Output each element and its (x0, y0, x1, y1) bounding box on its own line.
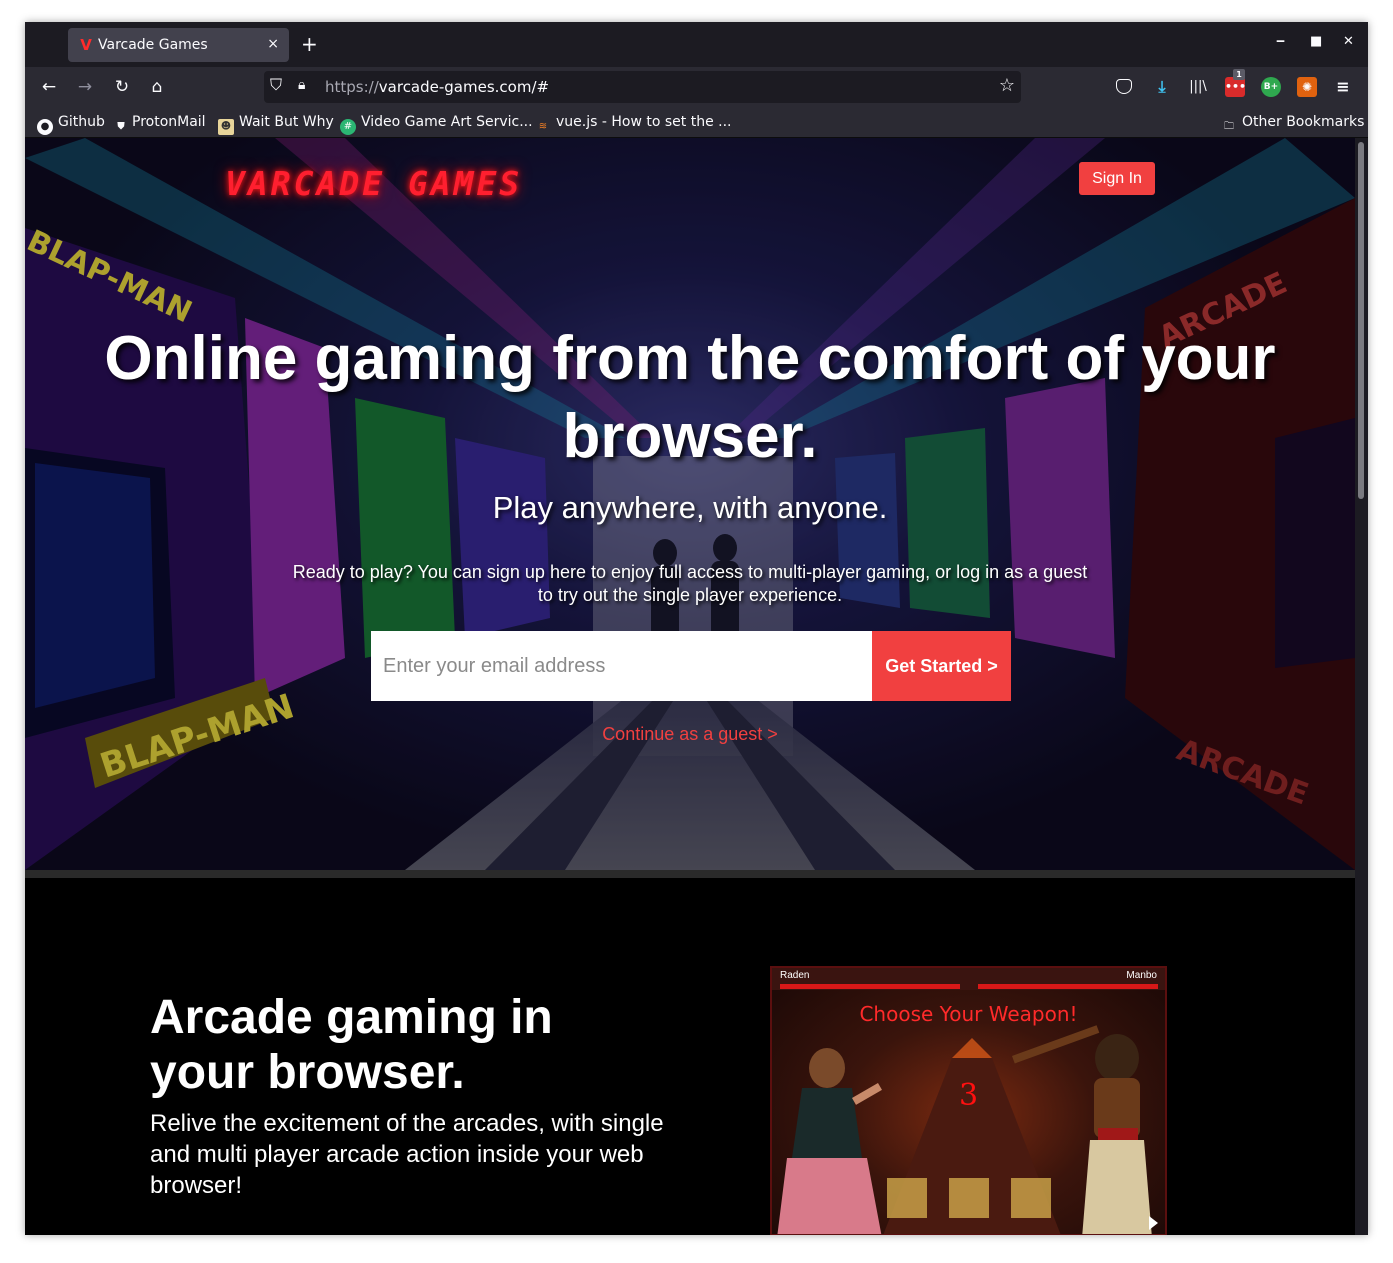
back-arrow-icon[interactable]: ← (37, 75, 61, 99)
close-window-icon[interactable]: ✕ (1343, 34, 1354, 49)
game-countdown: 3 (958, 1078, 979, 1113)
arcade-section-body: Relive the excitement of the arcades, wi… (150, 1110, 664, 1199)
arcade-section: Arcade gaming in your browser. Relive th… (25, 878, 1355, 1235)
url-text[interactable]: https://varcade-games.com/# (325, 78, 549, 96)
player1-name: Raden (780, 970, 810, 981)
continue-as-guest-link[interactable]: Continue as a guest > (25, 724, 1355, 745)
download-icon[interactable]: ⤓ (1152, 77, 1172, 97)
get-started-button[interactable]: Get Started > (872, 631, 1011, 701)
extension-green-icon[interactable]: B+ (1261, 77, 1281, 97)
game-banner: Choose Your Weapon! (859, 1002, 1078, 1026)
tracking-shield-icon[interactable]: ⛉ (270, 75, 282, 95)
tab-title: Varcade Games (98, 37, 208, 53)
bookmark-vuejs[interactable]: ≋ vue.js - How to set the ... (535, 114, 732, 135)
url-host: varcade-games.com/# (378, 78, 550, 96)
page-content: BLAP-MAN BLAP-MAN ARCADE ARCADE VARCADE … (25, 138, 1355, 1235)
navigation-bar: ← → ↻ ⌂ ⛉ 🔒︎ https://varcade-games.com/#… (25, 67, 1368, 107)
folder-icon: 🗀︎ (1224, 121, 1234, 132)
extension-badge: 1 (1233, 69, 1245, 80)
wait-but-why-icon: ☻ (218, 119, 234, 135)
library-icon[interactable]: |||\ (1188, 77, 1208, 97)
sign-in-button[interactable]: Sign In (1079, 162, 1155, 195)
new-tab-button[interactable]: + (301, 32, 318, 56)
hero-section: BLAP-MAN BLAP-MAN ARCADE ARCADE VARCADE … (25, 138, 1355, 870)
extension-orange-icon[interactable]: ✺ (1297, 77, 1317, 97)
url-bar[interactable]: ⛉ 🔒︎ https://varcade-games.com/# ☆ (264, 71, 1021, 103)
menu-hamburger-icon[interactable]: ≡ (1333, 77, 1353, 97)
close-tab-icon[interactable]: × (267, 36, 279, 52)
player2-name: Manbo (1126, 970, 1157, 981)
minimize-icon[interactable]: ‒ (1276, 34, 1285, 49)
game-preview-image: Raden Manbo Choose Your Weapon! 3 (770, 966, 1167, 1235)
bookmark-wait-but-why[interactable]: ☻ Wait But Why (218, 114, 334, 135)
home-icon[interactable]: ⌂ (145, 75, 169, 99)
scrollbar-thumb[interactable] (1358, 142, 1364, 499)
arcade-section-title: Arcade gaming in your browser. (150, 991, 553, 1099)
tab-varcade-games[interactable]: V Varcade Games × (68, 28, 289, 62)
tab-strip: V Varcade Games × + ‒ ■ ✕ (25, 22, 1368, 67)
forward-arrow-icon[interactable]: → (73, 75, 97, 99)
varcade-logo[interactable]: VARCADE GAMES (225, 164, 522, 203)
hero-description: Ready to play? You can sign up here to e… (292, 562, 1088, 605)
bookmark-label: Wait But Why (239, 114, 334, 130)
bookmark-label: vue.js - How to set the ... (556, 114, 732, 130)
bookmark-label: Video Game Art Servic... (361, 114, 533, 130)
email-input[interactable] (371, 631, 872, 701)
github-icon: ● (37, 119, 53, 135)
protonmail-icon: ⛊ (117, 121, 125, 132)
varcade-favicon-icon: V (80, 36, 92, 54)
other-bookmarks-label: Other Bookmarks (1242, 114, 1365, 130)
reload-icon[interactable]: ↻ (110, 75, 134, 99)
other-bookmarks[interactable]: 🗀︎ Other Bookmarks (1221, 114, 1364, 135)
bookmarks-toolbar: ● Github ⛊ ProtonMail ☻ Wait But Why # Video… (25, 107, 1368, 138)
hero-subheadline: Play anywhere, with anyone. (492, 490, 888, 525)
bookmark-star-icon[interactable]: ☆ (999, 75, 1015, 96)
browser-window: V Varcade Games × + ‒ ■ ✕ ← → ↻ ⌂ ⛉ 🔒︎ h… (25, 22, 1368, 1235)
url-scheme: https:// (325, 78, 379, 96)
maximize-icon[interactable]: ■ (1310, 34, 1322, 49)
stackoverflow-icon: ≋ (538, 121, 548, 132)
video-game-art-icon: # (340, 119, 356, 135)
pocket-icon[interactable] (1116, 79, 1132, 94)
bookmark-github[interactable]: ● Github (37, 114, 105, 135)
bookmark-protonmail[interactable]: ⛊ ProtonMail (115, 114, 206, 135)
hero-headline: Online gaming from the comfort of your b… (104, 324, 1276, 471)
extension-red-icon[interactable]: ••• (1225, 77, 1246, 97)
bookmark-video-game-art[interactable]: # Video Game Art Servic... (340, 114, 533, 135)
page-scrollbar[interactable] (1355, 138, 1368, 1235)
lock-icon[interactable]: 🔒︎ (298, 77, 305, 93)
bookmark-label: Github (58, 114, 105, 130)
section-divider (25, 870, 1355, 878)
bookmark-label: ProtonMail (132, 114, 206, 130)
